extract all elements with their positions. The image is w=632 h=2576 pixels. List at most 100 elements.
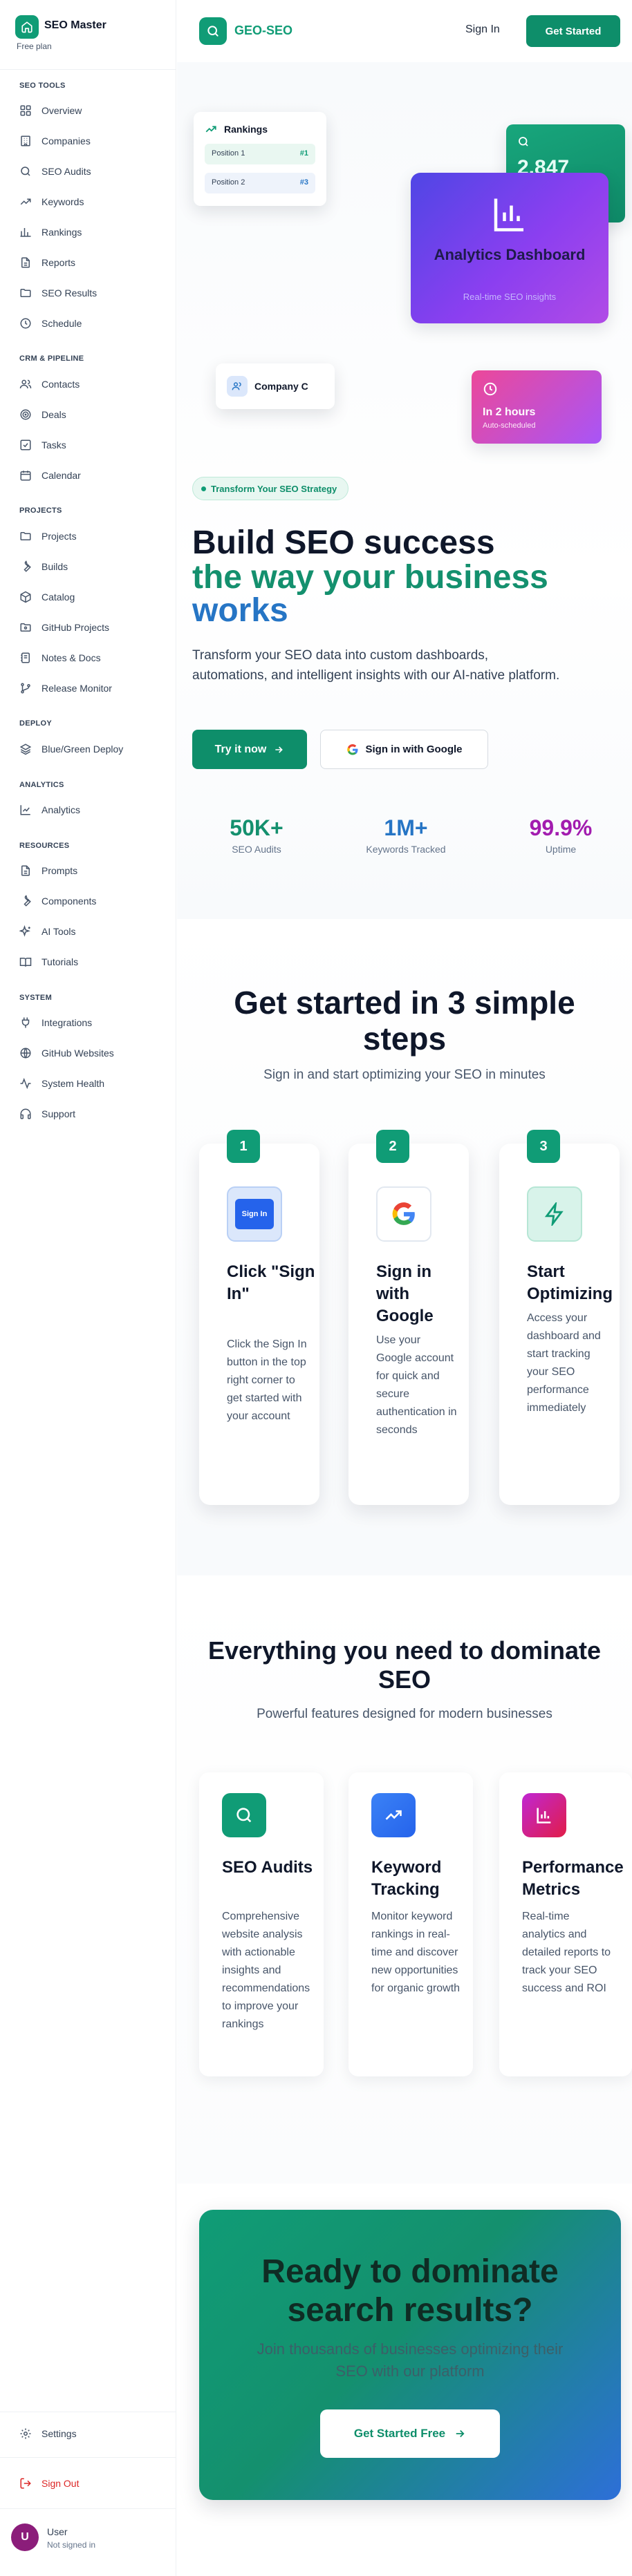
dot-icon <box>201 486 206 491</box>
sidebar-item-tutorials[interactable]: Tutorials <box>14 951 166 973</box>
bar-chart-icon <box>20 228 31 237</box>
hero-badge-label: Transform Your SEO Strategy <box>211 483 337 494</box>
home-icon <box>15 15 39 39</box>
line-chart-icon <box>20 805 30 815</box>
feature-card-seo-audits: SEO Audits Comprehensive website analysi… <box>199 1772 324 2076</box>
brand-name: SEO Master <box>44 19 106 31</box>
sidebar-item-label: Support <box>41 1108 76 1119</box>
company-card-label: Company C <box>254 381 308 392</box>
sidebar-item-schedule[interactable]: Schedule <box>14 312 166 334</box>
divider <box>0 2508 176 2509</box>
section-title-deploy: DEPLOY <box>19 719 53 728</box>
features-title-line-2: SEO <box>378 1665 431 1694</box>
divider <box>0 2457 176 2458</box>
sidebar-item-notes-docs[interactable]: Notes & Docs <box>14 647 166 669</box>
headphones-icon <box>20 1108 31 1119</box>
top-nav: GEO-SEO Sign In Get Started <box>177 0 632 62</box>
sidebar-item-label: Overview <box>41 105 82 116</box>
sidebar-item-components[interactable]: Components <box>14 890 166 912</box>
sidebar-item-reports[interactable]: Reports <box>14 252 166 274</box>
sidebar-item-label: Tutorials <box>41 956 79 967</box>
get-started-button[interactable]: Get Started <box>526 15 620 47</box>
sidebar-item-projects[interactable]: Projects <box>14 525 166 547</box>
feature-title: SEO Audits <box>222 1858 313 1877</box>
sidebar-item-release-monitor[interactable]: Release Monitor <box>14 677 166 699</box>
sidebar-item-analytics[interactable]: Analytics <box>14 799 166 821</box>
sidebar-item-seo-results[interactable]: SEO Results <box>14 282 166 304</box>
sidebar-item-tasks[interactable]: Tasks <box>14 434 166 456</box>
sidebar-item-calendar[interactable]: Calendar <box>14 464 166 486</box>
sidebar-item-overview[interactable]: Overview <box>14 100 166 122</box>
google-sign-in-button[interactable]: Sign in with Google <box>320 730 488 769</box>
search-icon <box>519 137 528 146</box>
sidebar-item-ai-tools[interactable]: AI Tools <box>14 920 166 943</box>
cta-title-line-2: search results? <box>287 2292 533 2329</box>
cta-banner: Ready to dominate search results? Join t… <box>199 2210 621 2500</box>
step-desc: Click the Sign In button in the top righ… <box>227 1338 307 1422</box>
sidebar-brand[interactable]: SEO Master Free plan <box>15 15 106 51</box>
sidebar-item-github-websites[interactable]: GitHub Websites <box>14 1042 166 1064</box>
features-title-line-1: Everything you need to dominate <box>207 1636 602 1665</box>
stat-label: Keywords Tracked <box>366 844 446 855</box>
sidebar-item-github-projects[interactable]: GitHub Projects <box>14 616 166 638</box>
sidebar-item-label: System Health <box>41 1078 105 1089</box>
sidebar-item-contacts[interactable]: Contacts <box>14 373 166 395</box>
arrow-right-icon <box>456 2430 465 2438</box>
sidebar-item-label: GitHub Websites <box>41 1048 114 1059</box>
git-branch-icon <box>21 683 30 694</box>
gear-icon <box>20 2428 31 2439</box>
sidebar-item-label: SEO Results <box>41 287 97 299</box>
get-started-free-button[interactable]: Get Started Free <box>320 2409 500 2458</box>
stat-keywords-tracked: 1M+ Keywords Tracked <box>351 815 461 855</box>
sidebar-item-label: Components <box>41 896 97 907</box>
sidebar-item-prompts[interactable]: Prompts <box>14 860 166 882</box>
sidebar-item-rankings[interactable]: Rankings <box>14 221 166 243</box>
sidebar-item-companies[interactable]: Companies <box>14 130 166 152</box>
file-text-icon <box>21 257 30 268</box>
rank-row-label: Position 2 <box>212 178 245 187</box>
sidebar-item-label: Projects <box>41 531 77 542</box>
analytics-card-subtitle: Real-time SEO insights <box>463 292 557 302</box>
sidebar-item-seo-audits[interactable]: SEO Audits <box>14 160 166 182</box>
trending-up-icon <box>20 198 31 205</box>
section-title-analytics: ANALYTICS <box>19 781 64 789</box>
sidebar-item-integrations[interactable]: Integrations <box>14 1012 166 1034</box>
search-icon[interactable] <box>199 17 227 45</box>
hero-title-line-2: the way your business <box>192 559 548 596</box>
sidebar-item-label: Analytics <box>41 804 81 815</box>
sign-out-button[interactable]: Sign Out <box>14 2472 166 2494</box>
sign-out-label: Sign Out <box>41 2478 80 2489</box>
arrow-right-icon <box>275 746 284 753</box>
steps-subtitle: Sign in and start optimizing your SEO in… <box>263 1068 546 1082</box>
logo-text[interactable]: GEO-SEO <box>234 23 292 38</box>
sidebar-item-catalog[interactable]: Catalog <box>14 586 166 608</box>
try-it-now-label: Try it now <box>214 743 267 755</box>
avatar[interactable]: U <box>11 2523 39 2551</box>
section-title-projects: PROJECTS <box>19 506 62 515</box>
sidebar-item-system-health[interactable]: System Health <box>14 1072 166 1095</box>
schedule-card-subtitle: Auto-scheduled <box>483 422 536 430</box>
sidebar-item-builds[interactable]: Builds <box>14 556 166 578</box>
sidebar-item-keywords[interactable]: Keywords <box>14 191 166 213</box>
steps-title-line-2: steps <box>362 1021 447 1057</box>
feature-card-performance-metrics: Performance Metrics Real-time analytics … <box>499 1772 632 2076</box>
book-open-icon <box>19 958 32 967</box>
wrench-icon <box>24 560 31 572</box>
google-icon <box>376 1186 431 1242</box>
sidebar-item-blue-green-deploy[interactable]: Blue/Green Deploy <box>14 738 166 760</box>
sidebar-item-support[interactable]: Support <box>14 1103 166 1125</box>
users-icon <box>227 376 248 397</box>
hero-title-line-1: Build SEO success <box>192 524 495 561</box>
sidebar-item-label: Notes & Docs <box>41 652 101 663</box>
stat-label: Uptime <box>545 844 577 855</box>
try-it-now-button[interactable]: Try it now <box>192 730 307 769</box>
step-title: Sign in with Google <box>376 1262 434 1325</box>
sidebar-item-label: Contacts <box>41 379 80 390</box>
sidebar-item-settings[interactable]: Settings <box>14 2423 166 2445</box>
sign-in-link[interactable]: Sign In <box>465 23 500 36</box>
layers-icon <box>19 744 32 755</box>
sidebar-item-label: Builds <box>41 561 68 572</box>
step-card-1: 1 Sign In Click "Sign In" Click the Sign… <box>199 1130 319 1505</box>
sidebar-item-deals[interactable]: Deals <box>14 404 166 426</box>
feature-desc: Monitor keyword rankings in real-time an… <box>371 1911 461 1994</box>
